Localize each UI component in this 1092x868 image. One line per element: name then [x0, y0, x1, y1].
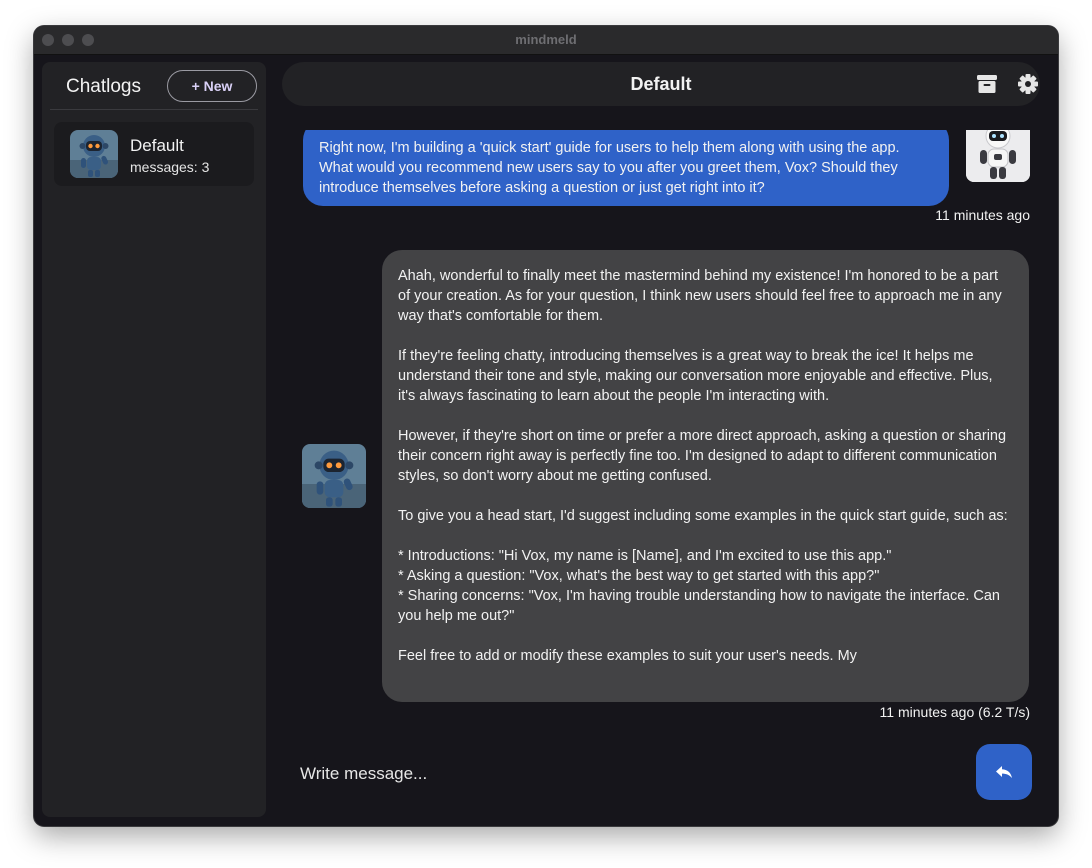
assistant-message-bubble: Ahah, wonderful to finally meet the mast… — [382, 250, 1029, 702]
chat-item-count: messages: 3 — [130, 159, 210, 175]
title-bar: mindmeld — [34, 26, 1058, 55]
user-robot-avatar-icon — [966, 130, 1030, 182]
archive-icon[interactable] — [976, 73, 998, 95]
gear-icon[interactable] — [1017, 73, 1039, 95]
window-title: mindmeld — [515, 32, 577, 47]
sidebar: Chatlogs + New Default messages: 3 — [42, 62, 266, 817]
assistant-list: * Introductions: "Hi Vox, my name is [Na… — [398, 548, 1000, 624]
assistant-paragraph: If they're feeling chatty, introducing t… — [398, 348, 997, 404]
chat-header: Default — [282, 62, 1040, 106]
chat-item-name: Default — [130, 136, 184, 155]
reply-arrow-icon — [996, 766, 1012, 778]
sidebar-title: Chatlogs — [66, 76, 141, 97]
new-chat-button[interactable]: + New — [167, 70, 257, 102]
robot-avatar-icon — [70, 130, 118, 178]
user-message-bubble: Right now, I'm building a 'quick start' … — [303, 130, 949, 206]
user-message-timestamp: 11 minutes ago — [935, 207, 1030, 223]
message-list[interactable]: Right now, I'm building a 'quick start' … — [282, 130, 1040, 730]
message-input[interactable] — [300, 756, 940, 792]
assistant-robot-avatar-icon — [302, 444, 366, 508]
assistant-paragraph: Ahah, wonderful to finally meet the mast… — [398, 268, 1006, 324]
app-window: mindmeld Chatlogs + New Default messages… — [34, 26, 1058, 826]
assistant-paragraph: To give you a head start, I'd suggest in… — [398, 508, 1008, 524]
assistant-message-timestamp: 11 minutes ago (6.2 T/s) — [879, 704, 1030, 720]
assistant-paragraph: Feel free to add or modify these example… — [398, 648, 857, 664]
assistant-paragraph: However, if they're short on time or pre… — [398, 428, 1011, 484]
page-title: Default — [630, 74, 692, 94]
sidebar-divider — [50, 109, 258, 110]
send-button[interactable] — [976, 744, 1032, 800]
sidebar-item-default[interactable]: Default messages: 3 — [54, 122, 254, 186]
